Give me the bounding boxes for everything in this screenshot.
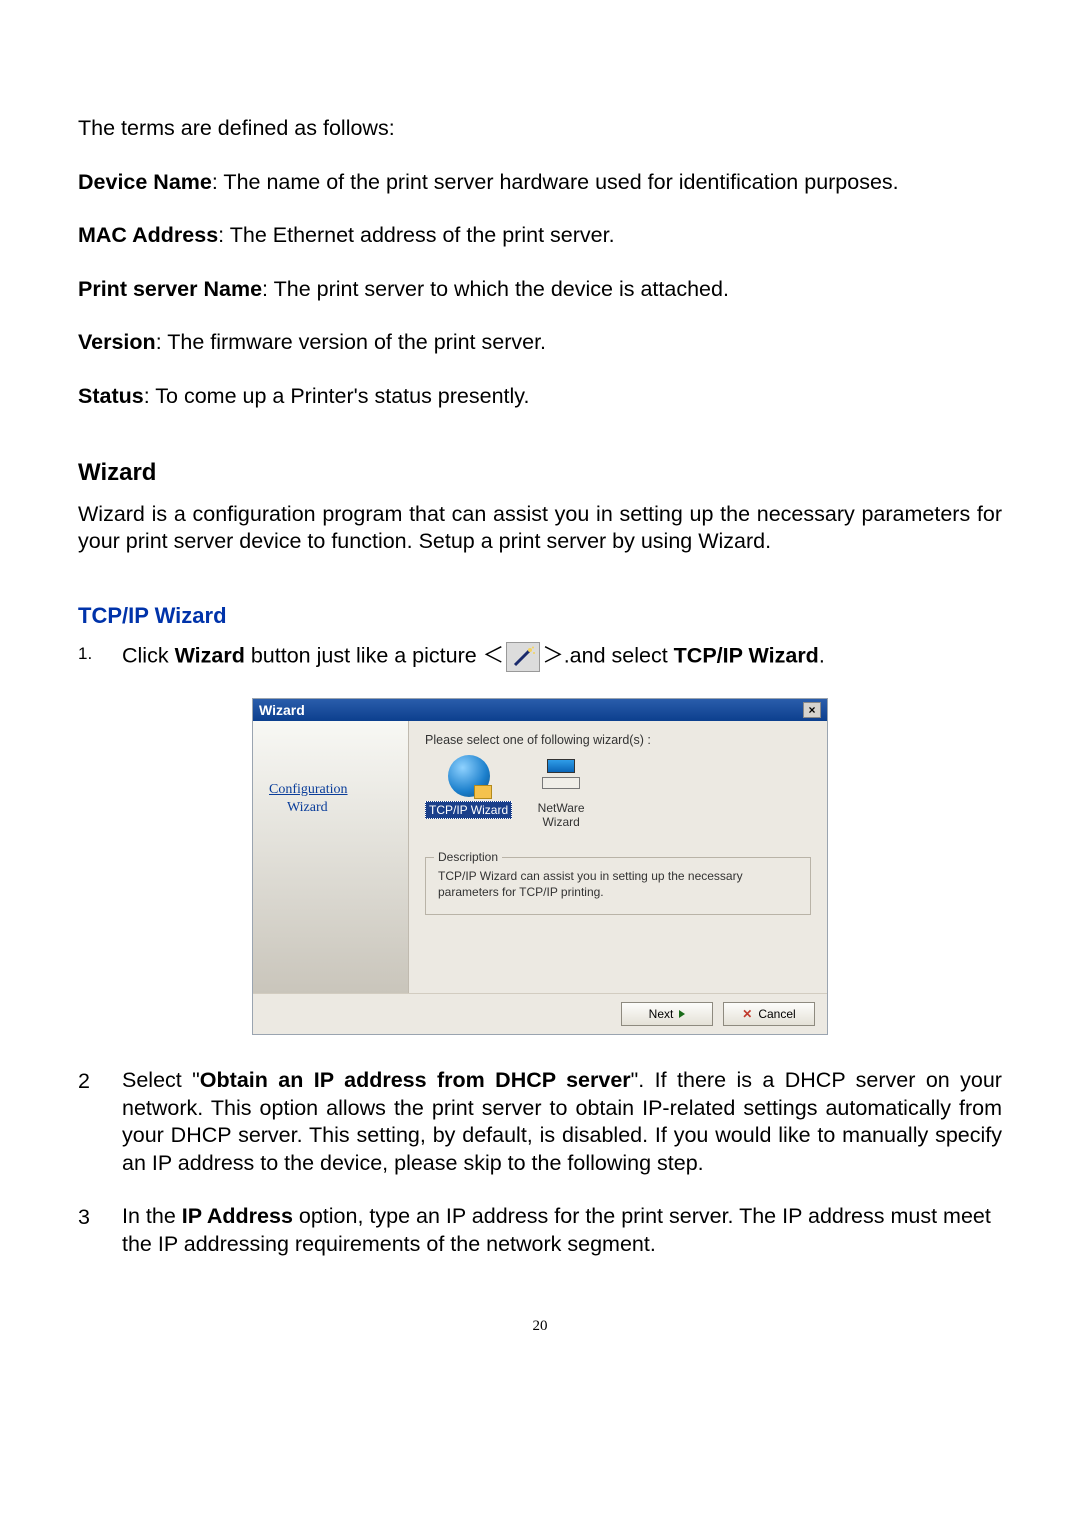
close-icon[interactable]: ×	[803, 702, 821, 718]
def-psn: Print server Name: The print server to w…	[78, 276, 1002, 304]
step2-pre: Select "	[122, 1068, 200, 1092]
wizard-side-line2: Wizard	[269, 800, 328, 815]
globe-icon	[448, 755, 490, 797]
wizard-footer: Next ✕ Cancel	[253, 993, 827, 1034]
wizard-dialog: Wizard × Configuration Wizard Please sel…	[252, 698, 828, 1035]
wizard-option-netware-l1: NetWare	[534, 801, 588, 815]
wand-icon	[506, 642, 540, 672]
wizard-side-line1: Configuration	[269, 782, 348, 797]
step1-wizard-bold: Wizard	[175, 644, 245, 668]
step3-bold: IP Address	[182, 1204, 293, 1228]
step-number: 2	[78, 1067, 100, 1177]
def-label: Version	[78, 330, 156, 354]
wizard-description-text: TCP/IP Wizard can assist you in setting …	[438, 868, 798, 900]
step-number: 3	[78, 1203, 100, 1258]
wizard-sidebar: Configuration Wizard	[253, 721, 409, 993]
step1-tcpip-bold: TCP/IP Wizard	[674, 644, 819, 668]
intro-line: The terms are defined as follows:	[78, 115, 1002, 143]
wizard-heading: Wizard	[78, 458, 1002, 489]
def-text: : The name of the print server hardware …	[212, 170, 899, 194]
x-icon: ✕	[742, 1007, 752, 1021]
def-text: : The firmware version of the print serv…	[156, 330, 546, 354]
wizard-title: Wizard	[259, 702, 305, 718]
wizard-option-netware[interactable]: NetWare Wizard	[534, 755, 588, 829]
def-status: Status: To come up a Printer's status pr…	[78, 383, 1002, 411]
step1-mid2: ＞.and select	[542, 644, 673, 668]
def-label: Print server Name	[78, 277, 262, 301]
wizard-paragraph: Wizard is a configuration program that c…	[78, 501, 1002, 556]
wizard-option-netware-l2: Wizard	[534, 815, 588, 829]
arrow-right-icon	[679, 1007, 685, 1021]
step1-mid: button just like a picture ＜	[245, 644, 504, 668]
step-1: 1. Click Wizard button just like a pictu…	[78, 642, 1002, 672]
cancel-button[interactable]: ✕ Cancel	[723, 1002, 815, 1026]
wizard-prompt: Please select one of following wizard(s)…	[425, 733, 811, 747]
step2-bold: Obtain an IP address from DHCP server	[200, 1068, 631, 1092]
tcpip-wizard-heading: TCP/IP Wizard	[78, 602, 1002, 630]
next-button-label: Next	[649, 1007, 674, 1021]
next-button[interactable]: Next	[621, 1002, 713, 1026]
def-text: : The print server to which the device i…	[262, 277, 729, 301]
wizard-titlebar: Wizard ×	[253, 699, 827, 721]
step-3: 3 In the IP Address option, type an IP a…	[78, 1203, 1002, 1258]
def-text: : The Ethernet address of the print serv…	[218, 223, 614, 247]
def-label: Status	[78, 384, 144, 408]
step1-tail: .	[819, 644, 825, 668]
wizard-option-tcpip-label: TCP/IP Wizard	[425, 801, 512, 819]
wizard-description-box: Description TCP/IP Wizard can assist you…	[425, 857, 811, 915]
wizard-description-legend: Description	[434, 850, 502, 864]
step-2: 2 Select "Obtain an IP address from DHCP…	[78, 1067, 1002, 1177]
def-text: : To come up a Printer's status presentl…	[144, 384, 530, 408]
def-device-name: Device Name: The name of the print serve…	[78, 169, 1002, 197]
def-label: Device Name	[78, 170, 212, 194]
def-label: MAC Address	[78, 223, 218, 247]
document-page: The terms are defined as follows: Device…	[0, 0, 1080, 1395]
def-mac: MAC Address: The Ethernet address of the…	[78, 222, 1002, 250]
wizard-main: Please select one of following wizard(s)…	[409, 721, 827, 993]
step1-pre: Click	[122, 644, 175, 668]
step-number: 1.	[78, 642, 100, 672]
def-version: Version: The firmware version of the pri…	[78, 329, 1002, 357]
netware-icon	[538, 759, 584, 793]
cancel-button-label: Cancel	[758, 1007, 795, 1021]
page-number: 20	[78, 1318, 1002, 1335]
step3-pre: In the	[122, 1204, 182, 1228]
wizard-option-tcpip[interactable]: TCP/IP Wizard	[425, 755, 512, 829]
